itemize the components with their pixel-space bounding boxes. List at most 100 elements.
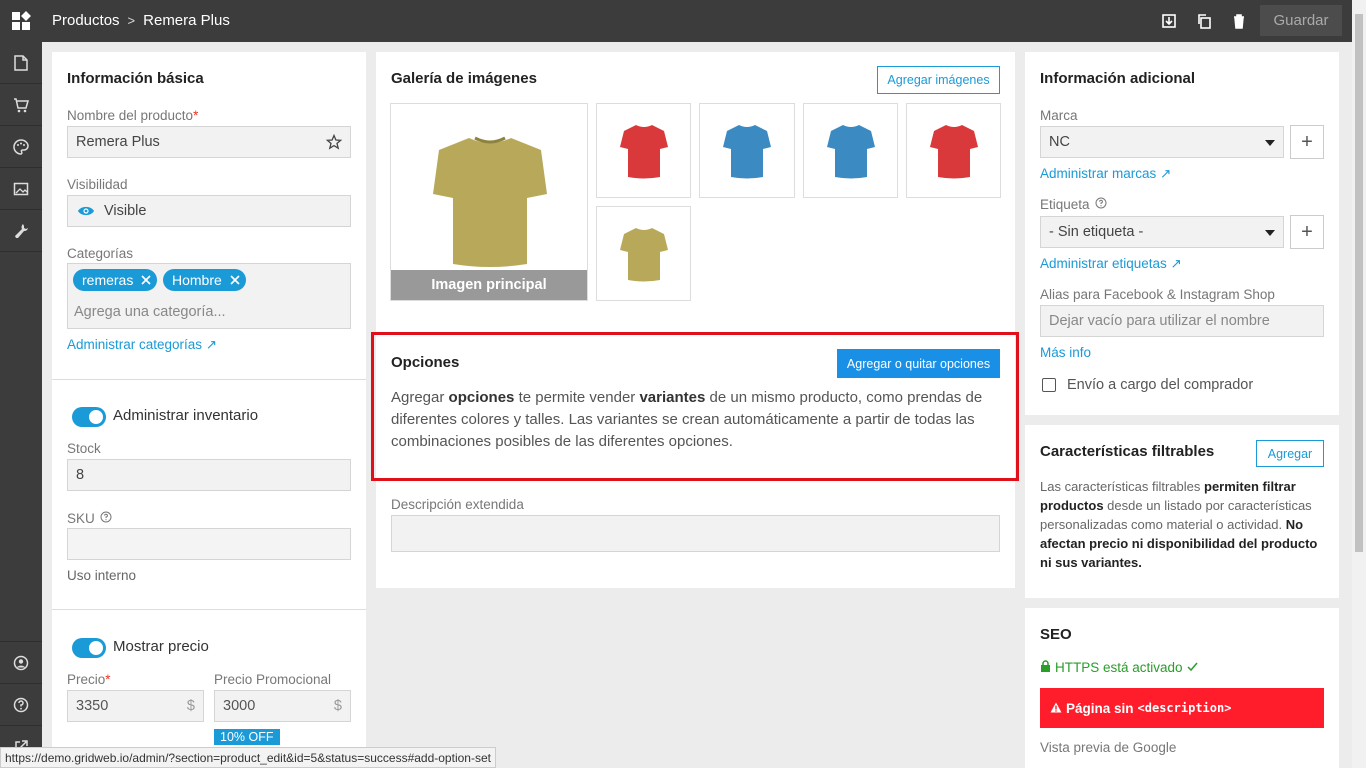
top-bar: Productos > Remera Plus Guardar — [0, 0, 1352, 42]
categories-field[interactable]: remeras Hombre Agrega una categoría... — [67, 263, 351, 329]
chevron-down-icon — [1265, 140, 1275, 146]
options-description: Agregar opciones te permite vender varia… — [391, 389, 983, 450]
edit-options-button[interactable]: Agregar o quitar opciones — [837, 349, 1000, 378]
divider — [52, 609, 366, 610]
seo-title: SEO — [1040, 626, 1072, 643]
remove-chip-icon[interactable] — [139, 273, 153, 287]
warning-icon — [1050, 701, 1062, 716]
show-price-toggle-label: Mostrar precio — [113, 638, 209, 655]
basic-info-title: Información básica — [67, 70, 204, 87]
pages-icon[interactable] — [0, 42, 42, 84]
add-tag-button[interactable]: + — [1290, 215, 1324, 249]
eye-icon — [77, 205, 95, 221]
app-logo-icon[interactable] — [0, 0, 42, 42]
promo-price-label: Precio Promocional — [214, 672, 332, 687]
alias-input[interactable]: Dejar vacío para utilizar el nombre — [1040, 305, 1324, 337]
price-label: Precio* — [67, 672, 111, 687]
star-icon[interactable] — [325, 133, 343, 154]
discount-badge: 10% OFF — [214, 729, 280, 745]
show-price-toggle[interactable] — [72, 638, 106, 658]
main-image-caption: Imagen principal — [391, 270, 587, 300]
add-brand-button[interactable]: + — [1290, 125, 1324, 159]
breadcrumb: Productos > Remera Plus — [52, 12, 230, 29]
https-status: HTTPS está activado — [1040, 660, 1198, 675]
internal-use-note: Uso interno — [67, 568, 137, 583]
image-icon[interactable] — [0, 168, 42, 210]
manage-categories-link[interactable]: Administrar categorías ↗ — [67, 337, 217, 353]
sku-help-icon[interactable] — [100, 511, 112, 526]
product-image-thumb[interactable] — [699, 103, 795, 198]
more-info-link[interactable]: Más info — [1040, 345, 1091, 360]
tag-select[interactable]: - Sin etiqueta - — [1040, 216, 1284, 248]
category-chip: Hombre — [163, 269, 246, 291]
brand-label: Marca — [1040, 108, 1078, 123]
duplicate-icon[interactable] — [1194, 11, 1214, 31]
currency-symbol: $ — [333, 698, 342, 714]
brand-select[interactable]: NC — [1040, 126, 1284, 158]
additional-info-title: Información adicional — [1040, 70, 1196, 87]
product-name-input[interactable]: Remera Plus — [67, 126, 351, 158]
inventory-toggle[interactable] — [72, 407, 106, 427]
manage-tags-link[interactable]: Administrar etiquetas ↗ — [1040, 256, 1182, 272]
main-image[interactable]: Imagen principal — [390, 103, 588, 301]
product-image-thumb[interactable] — [596, 206, 691, 301]
basic-info-panel: Información básica Nombre del producto* … — [52, 52, 366, 768]
product-image-thumb[interactable] — [596, 103, 691, 198]
additional-info-panel: Información adicional Marca NC + Adminis… — [1025, 52, 1339, 415]
page-scrollbar[interactable] — [1352, 0, 1366, 768]
user-icon[interactable] — [0, 641, 42, 683]
seo-panel: SEO HTTPS está activado Página sin <desc… — [1025, 608, 1339, 768]
shipping-checkbox[interactable] — [1042, 378, 1056, 392]
categories-label: Categorías — [67, 246, 134, 261]
product-image-thumb[interactable] — [906, 103, 1001, 198]
cart-icon[interactable] — [0, 84, 42, 126]
google-preview-label: Vista previa de Google — [1040, 740, 1177, 755]
options-title: Opciones — [391, 354, 460, 371]
category-chip: remeras — [73, 269, 158, 291]
visibility-select[interactable]: Visible — [67, 195, 351, 227]
chevron-down-icon — [1265, 230, 1275, 236]
plus-icon: + — [1301, 130, 1313, 153]
breadcrumb-current: Remera Plus — [143, 12, 230, 29]
plus-icon: + — [1301, 220, 1313, 243]
manage-brands-link[interactable]: Administrar marcas ↗ — [1040, 166, 1171, 182]
trash-icon[interactable] — [1229, 11, 1249, 31]
add-images-button[interactable]: Agregar imágenes — [877, 66, 1000, 94]
sku-input[interactable] — [67, 528, 351, 560]
check-icon — [1187, 660, 1198, 675]
gallery-panel: Galería de imágenes Agregar imágenes Ima… — [371, 52, 1019, 588]
stock-input[interactable]: 8 — [67, 459, 351, 491]
filters-description: Las características filtrables permiten … — [1040, 479, 1318, 570]
tag-label: Etiqueta — [1040, 197, 1107, 212]
shipping-checkbox-label: Envío a cargo del comprador — [1067, 377, 1254, 393]
divider — [52, 379, 366, 380]
filters-title: Características filtrables — [1040, 443, 1215, 460]
alias-label: Alias para Facebook & Instagram Shop — [1040, 287, 1275, 302]
extended-description-input[interactable] — [391, 515, 1000, 552]
visibility-label: Visibilidad — [67, 177, 128, 192]
archive-icon[interactable] — [1159, 11, 1179, 31]
palette-icon[interactable] — [0, 126, 42, 168]
sidebar — [0, 42, 42, 768]
product-name-label: Nombre del producto* — [67, 108, 199, 123]
stock-label: Stock — [67, 441, 101, 456]
seo-alert: Página sin <description> — [1040, 688, 1324, 728]
price-input[interactable]: 3350 $ — [67, 690, 204, 722]
extended-description-label: Descripción extendida — [391, 497, 524, 512]
category-input-placeholder[interactable]: Agrega una categoría... — [74, 304, 226, 320]
product-image-thumb[interactable] — [803, 103, 898, 198]
scrollbar-thumb[interactable] — [1355, 14, 1363, 552]
link-status-bar: https://demo.gridweb.io/admin/?section=p… — [0, 747, 496, 768]
save-button[interactable]: Guardar — [1260, 5, 1342, 36]
help-icon[interactable] — [0, 683, 42, 725]
promo-price-input[interactable]: 3000 $ — [214, 690, 351, 722]
filters-panel: Características filtrables Agregar Las c… — [1025, 425, 1339, 598]
gallery-title: Galería de imágenes — [391, 70, 537, 87]
currency-symbol: $ — [186, 698, 195, 714]
inventory-toggle-label: Administrar inventario — [113, 407, 259, 424]
add-filter-button[interactable]: Agregar — [1256, 440, 1324, 467]
remove-chip-icon[interactable] — [228, 273, 242, 287]
tag-help-icon[interactable] — [1095, 197, 1107, 212]
wrench-icon[interactable] — [0, 210, 42, 252]
breadcrumb-root[interactable]: Productos — [52, 12, 120, 29]
